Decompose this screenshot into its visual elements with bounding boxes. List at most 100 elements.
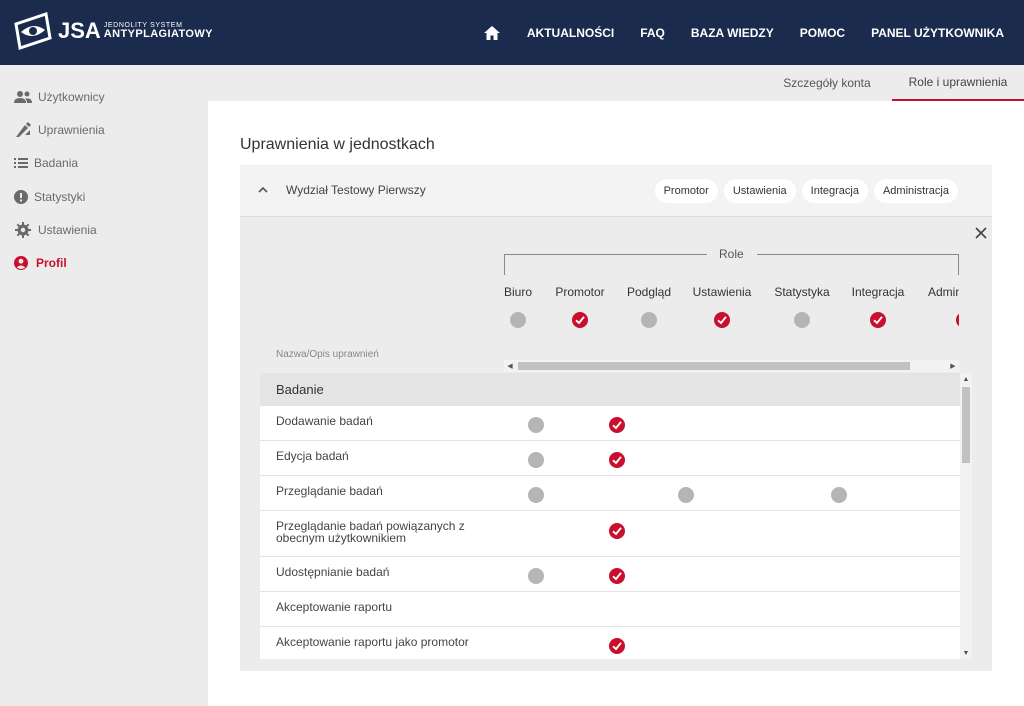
role-column-integracja: Integracja	[850, 285, 906, 335]
nav-panel-uzytkownika[interactable]: PANEL UŻYTKOWNIKA	[871, 26, 1004, 40]
role-name: Statystyka	[774, 285, 830, 299]
role-name: Administracja	[928, 285, 959, 299]
role-assigned-check-icon	[956, 312, 959, 328]
tab-szczegoly-konta[interactable]: Szczegóły konta	[770, 65, 884, 101]
role-name: Ustawienia	[692, 285, 752, 299]
table-row: Udostępnianie badań	[260, 557, 960, 592]
role-name: Biuro	[504, 285, 532, 299]
role-name: Promotor	[555, 285, 605, 299]
permission-on-check-icon	[609, 568, 625, 584]
permission-off-dot	[831, 487, 847, 503]
vertical-scrollbar[interactable]: ▲ ▼	[960, 373, 972, 659]
permission-on-check-icon	[609, 523, 625, 539]
role-unassigned-dot	[510, 312, 526, 328]
sidebar-item-label: Statystyki	[34, 190, 86, 204]
role-column-promotor: Promotor	[552, 285, 608, 335]
permission-on-check-icon	[609, 417, 625, 433]
horizontal-scroll-thumb[interactable]	[518, 362, 910, 370]
eye-logo-icon	[14, 12, 52, 50]
role-unassigned-dot	[794, 312, 810, 328]
role-unassigned-dot	[641, 312, 657, 328]
permissions-icon	[14, 121, 32, 139]
permission-name: Akceptowanie raportu jako promotor	[276, 635, 469, 649]
role-assigned-check-icon	[714, 312, 730, 328]
scroll-up-icon[interactable]: ▲	[960, 373, 972, 385]
tab-bar: Szczegóły konta Role i uprawnienia	[208, 65, 1024, 101]
tab-role-i-uprawnienia[interactable]: Role i uprawnienia	[892, 65, 1024, 101]
roles-header: Biuro Promotor Podgląd Ustawienia Statys…	[504, 277, 959, 337]
permission-name: Udostępnianie badań	[276, 565, 390, 579]
permission-name: Akceptowanie raportu	[276, 600, 393, 614]
table-row: Dodawanie badań	[260, 406, 960, 441]
logo-line2: ANTYPLAGIATOWY	[103, 28, 213, 40]
nav-aktualnosci[interactable]: AKTUALNOŚCI	[527, 26, 614, 40]
sidebar-item-label: Profil	[36, 256, 67, 270]
sidebar: Użytkownicy Uprawnienia Badania Statysty…	[0, 65, 208, 706]
unit-role-chips: Promotor Ustawienia Integracja Administr…	[654, 179, 958, 203]
nav-faq[interactable]: FAQ	[640, 26, 665, 40]
permission-on-check-icon	[609, 452, 625, 468]
unit-name: Wydział Testowy Pierwszy	[286, 183, 426, 197]
permissions-column-header: Nazwa/Opis uprawnień	[276, 349, 379, 360]
role-chip: Administracja	[873, 179, 958, 203]
scroll-down-icon[interactable]: ▼	[960, 647, 972, 659]
table-row: Edycja badań	[260, 441, 960, 476]
role-column-ustawienia: Ustawienia	[690, 285, 754, 335]
home-icon[interactable]	[483, 25, 501, 41]
nav-baza-wiedzy[interactable]: BAZA WIEDZY	[691, 26, 774, 40]
sidebar-item-label: Ustawienia	[38, 223, 97, 237]
nav-pomoc[interactable]: POMOC	[800, 26, 845, 40]
scroll-left-icon[interactable]: ◀	[504, 360, 516, 372]
permission-off-dot	[528, 487, 544, 503]
vertical-scroll-thumb[interactable]	[962, 387, 970, 463]
users-icon	[14, 88, 32, 106]
gear-icon	[14, 221, 32, 239]
permission-off-dot	[678, 487, 694, 503]
unit-panel-header[interactable]: Wydział Testowy Pierwszy Promotor Ustawi…	[240, 165, 992, 217]
permission-on-check-icon	[609, 638, 625, 654]
permission-group-header: Badanie	[260, 373, 960, 406]
sidebar-item-label: Badania	[34, 156, 79, 170]
role-name: Integracja	[851, 285, 905, 299]
sidebar-item-label: Uprawnienia	[38, 123, 105, 137]
role-name: Podgląd	[626, 285, 672, 299]
permission-name: Dodawanie badań	[276, 414, 373, 428]
permission-name: Edycja badań	[276, 449, 349, 463]
table-row: Przeglądanie badań	[260, 476, 960, 511]
alert-icon	[14, 188, 28, 206]
permission-name: Przeglądanie badań powiązanych z obecnym…	[276, 519, 465, 545]
table-row: Akceptowanie raportu jako promotor	[260, 627, 960, 659]
user-circle-icon	[14, 254, 28, 272]
sidebar-item-uprawnienia[interactable]: Uprawnienia	[14, 120, 105, 140]
table-row: Przeglądanie badań powiązanych z obecnym…	[260, 511, 960, 557]
horizontal-scrollbar[interactable]: ◀ ▶	[504, 360, 959, 372]
page-title: Uprawnienia w jednostkach	[240, 136, 435, 153]
role-column-podglad: Podgląd	[624, 285, 674, 335]
role-chip: Promotor	[654, 179, 718, 203]
sidebar-item-badania[interactable]: Badania	[14, 153, 78, 173]
role-column-biuro: Biuro	[504, 285, 536, 335]
permission-name: Przeglądanie badań	[276, 484, 383, 498]
close-icon[interactable]	[974, 226, 988, 240]
role-assigned-check-icon	[870, 312, 886, 328]
role-chip: Ustawienia	[723, 179, 796, 203]
chevron-up-icon[interactable]	[256, 183, 270, 197]
main-nav: AKTUALNOŚCI FAQ BAZA WIEDZY POMOC PANEL …	[483, 0, 1004, 65]
sidebar-item-label: Użytkownicy	[38, 90, 105, 104]
table-row: Akceptowanie raportu	[260, 592, 960, 627]
sidebar-item-ustawienia[interactable]: Ustawienia	[14, 220, 97, 240]
sidebar-item-statystyki[interactable]: Statystyki	[14, 187, 85, 207]
top-header: JSA JEDNOLITY SYSTEM ANTYPLAGIATOWY AKTU…	[0, 0, 1024, 65]
role-column-administracja: Administracja	[928, 285, 959, 335]
main-content: Uprawnienia w jednostkach Wydział Testow…	[208, 101, 1024, 706]
permission-off-dot	[528, 452, 544, 468]
permissions-table: Badanie Dodawanie badań Edycja badań Prz…	[260, 373, 972, 659]
unit-panel: Wydział Testowy Pierwszy Promotor Ustawi…	[240, 165, 992, 671]
sidebar-item-uzytkownicy[interactable]: Użytkownicy	[14, 87, 105, 107]
sidebar-item-profil[interactable]: Profil	[14, 253, 67, 273]
logo[interactable]: JSA JEDNOLITY SYSTEM ANTYPLAGIATOWY	[12, 10, 213, 52]
logo-jsa-text: JSA	[58, 18, 101, 43]
role-chip: Integracja	[801, 179, 868, 203]
list-icon	[14, 154, 28, 172]
scroll-right-icon[interactable]: ▶	[947, 360, 959, 372]
